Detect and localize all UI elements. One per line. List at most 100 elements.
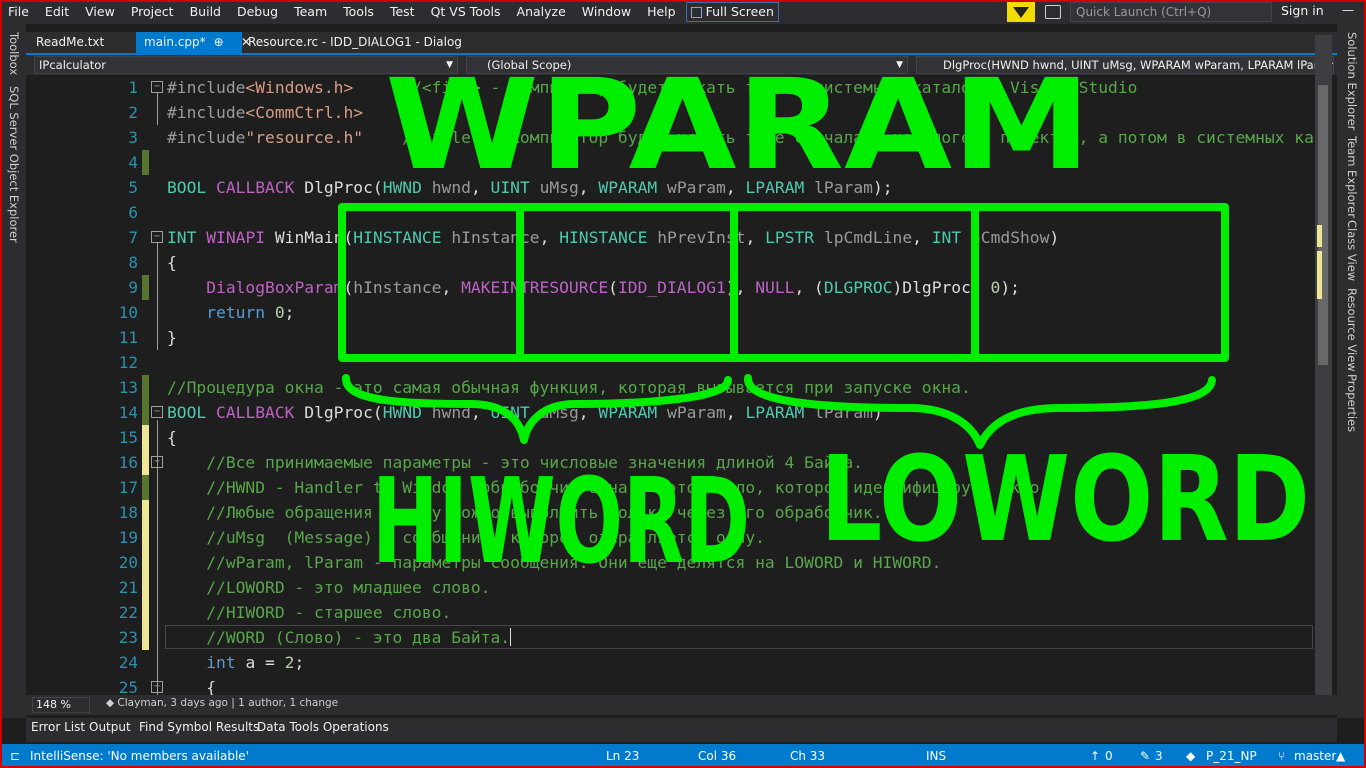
menu-edit[interactable]: Edit	[37, 0, 77, 24]
quick-launch-input[interactable]: Quick Launch (Ctrl+Q)	[1070, 2, 1272, 22]
project-dropdown[interactable]: IPcalculator ▼	[34, 56, 458, 74]
code-text: //HIWORD - старшее слово.	[167, 603, 452, 622]
status-pending-edits[interactable]: 3	[1155, 749, 1163, 763]
menu-project[interactable]: Project	[123, 0, 182, 24]
bottom-tool-tabs: Error List Output Find Symbol Results Da…	[26, 718, 1337, 742]
menu-build[interactable]: Build	[182, 0, 229, 24]
menu-file[interactable]: File	[0, 0, 37, 24]
chevron-down-icon: ▼	[896, 60, 903, 70]
code-editor[interactable]: 1 − #include<Windows.h> //<file> - компи…	[26, 75, 1322, 695]
tab-readme[interactable]: ReadMe.txt	[28, 32, 132, 53]
code-text: INT WINAPI WinMain(HINSTANCE hInstance, …	[167, 228, 1060, 247]
menu-debug[interactable]: Debug	[229, 0, 286, 24]
zoom-value: 148 %	[36, 698, 71, 711]
code-text: }	[167, 328, 177, 347]
menu-analyze[interactable]: Analyze	[509, 0, 574, 24]
code-text: {	[167, 428, 177, 447]
line-number: 3	[128, 128, 138, 147]
line-number: 6	[128, 203, 138, 222]
collapse-icon[interactable]: −	[151, 681, 163, 693]
line-number: 22	[118, 603, 138, 622]
code-line: 12	[26, 350, 1322, 375]
line-number: 2	[128, 103, 138, 122]
collapse-icon[interactable]: −	[151, 456, 163, 468]
repo-icon[interactable]: ◆	[1186, 749, 1195, 763]
change-marker-saved	[142, 375, 149, 400]
member-dropdown[interactable]: DlgProc(HWND hwnd, UINT uMsg, WPARAM wPa…	[916, 56, 1334, 74]
line-number: 14	[118, 403, 138, 422]
status-branch[interactable]: master	[1294, 749, 1336, 763]
code-line: 14 − BOOL CALLBACK DlgProc(HWND hwnd, UI…	[26, 400, 1322, 425]
line-number: 15	[118, 428, 138, 447]
menu-qt-vs-tools[interactable]: Qt VS Tools	[423, 0, 509, 24]
scroll-change-mark	[1317, 251, 1322, 299]
tab-data-tools-operations[interactable]: Data Tools Operations	[257, 720, 389, 734]
status-column: Col 36	[698, 749, 737, 763]
collapse-icon[interactable]: −	[151, 406, 163, 418]
menu-tools[interactable]: Tools	[335, 0, 382, 24]
code-text: int a = 2;	[206, 653, 305, 672]
change-marker-unsaved	[142, 525, 149, 550]
full-screen-button[interactable]: Full Screen	[685, 2, 779, 22]
code-text-value: //WORD (Слово) - это два Байта.	[167, 628, 511, 647]
class-view-tab[interactable]: Class View	[1345, 220, 1359, 281]
code-line: 15 {	[26, 425, 1322, 450]
menu-team[interactable]: Team	[286, 0, 335, 24]
tab-find-symbol-results[interactable]: Find Symbol Results	[139, 720, 259, 734]
code-text: //Любые обращения к окну можно выполнить…	[167, 503, 883, 522]
pin-icon[interactable]: ⊕	[214, 35, 224, 49]
code-line: 5 BOOL CALLBACK DlgProc(HWND hwnd, UINT …	[26, 175, 1322, 200]
notifications-filter-button[interactable]	[1007, 2, 1035, 22]
tab-main-cpp[interactable]: main.cpp* ⊕	[136, 32, 242, 53]
tab-label: main.cpp*	[144, 35, 206, 49]
branch-icon[interactable]: ⑂	[1278, 749, 1285, 763]
vertical-scrollbar[interactable]	[1315, 35, 1332, 695]
codelens-info[interactable]: ◆ Clayman, 3 days ago | 1 author, 1 chan…	[106, 697, 338, 709]
team-explorer-tab[interactable]: Team Explorer	[1345, 136, 1359, 218]
chevron-up-icon[interactable]: ▲	[1336, 749, 1345, 763]
code-line: 25 − {	[26, 675, 1322, 695]
tab-error-list[interactable]: Error List	[31, 720, 85, 734]
menu-help[interactable]: Help	[639, 0, 684, 24]
status-repository[interactable]: P_21_NP	[1206, 749, 1257, 763]
line-number: 16	[118, 453, 138, 472]
scope-dropdown[interactable]: (Global Scope) ▼	[466, 56, 908, 74]
toolbox-tab[interactable]: Toolbox	[7, 32, 21, 75]
tab-output[interactable]: Output	[89, 720, 131, 734]
properties-tab[interactable]: Properties	[1345, 374, 1359, 432]
tab-resource-rc[interactable]: Resource.rc - IDD_DIALOG1 - Dialog	[240, 32, 500, 53]
line-number: 19	[118, 528, 138, 547]
pencil-icon[interactable]: ✎	[1140, 749, 1150, 763]
sign-in-link[interactable]: Sign in	[1281, 3, 1324, 18]
collapse-icon[interactable]: −	[151, 231, 163, 243]
sql-server-object-explorer-tab[interactable]: SQL Server Object Explorer	[7, 86, 21, 243]
menu-view[interactable]: View	[77, 0, 123, 24]
menu-window[interactable]: Window	[574, 0, 639, 24]
solution-explorer-tab[interactable]: Solution Explorer	[1345, 32, 1359, 130]
menu-test[interactable]: Test	[382, 0, 423, 24]
status-unpublished-count[interactable]: 0	[1105, 749, 1113, 763]
change-marker-saved	[142, 275, 149, 300]
navigation-bar: IPcalculator ▼ (Global Scope) ▼ DlgProc(HW…	[26, 55, 1337, 75]
publish-icon[interactable]: ↑	[1090, 749, 1100, 763]
minimize-icon[interactable]: —	[1342, 3, 1354, 17]
feedback-icon[interactable]	[1045, 5, 1061, 19]
line-number: 10	[118, 303, 138, 322]
resource-view-tab[interactable]: Resource View	[1345, 288, 1359, 372]
code-text: BOOL CALLBACK DlgProc(HWND hwnd, UINT uM…	[167, 178, 893, 197]
code-text: //wParam, lParam - параметры сообщения. …	[167, 553, 942, 572]
line-number: 1	[128, 78, 138, 97]
code-line: 8 {	[26, 250, 1322, 275]
status-char: Ch 33	[790, 749, 826, 763]
zoom-dropdown[interactable]: 148 %	[32, 697, 90, 713]
change-marker-unsaved	[142, 550, 149, 575]
code-text: //WORD (Слово) - это два Байта.	[167, 625, 512, 650]
line-number: 23	[118, 628, 138, 647]
code-text: //Процедура окна - это самая обычная фун…	[167, 378, 971, 397]
code-line: 6	[26, 200, 1322, 225]
line-number: 18	[118, 503, 138, 522]
code-text: {	[167, 678, 217, 695]
left-tool-strip: Toolbox SQL Server Object Explorer	[0, 24, 26, 718]
change-marker-unsaved	[142, 575, 149, 600]
collapse-icon[interactable]: −	[151, 81, 163, 93]
